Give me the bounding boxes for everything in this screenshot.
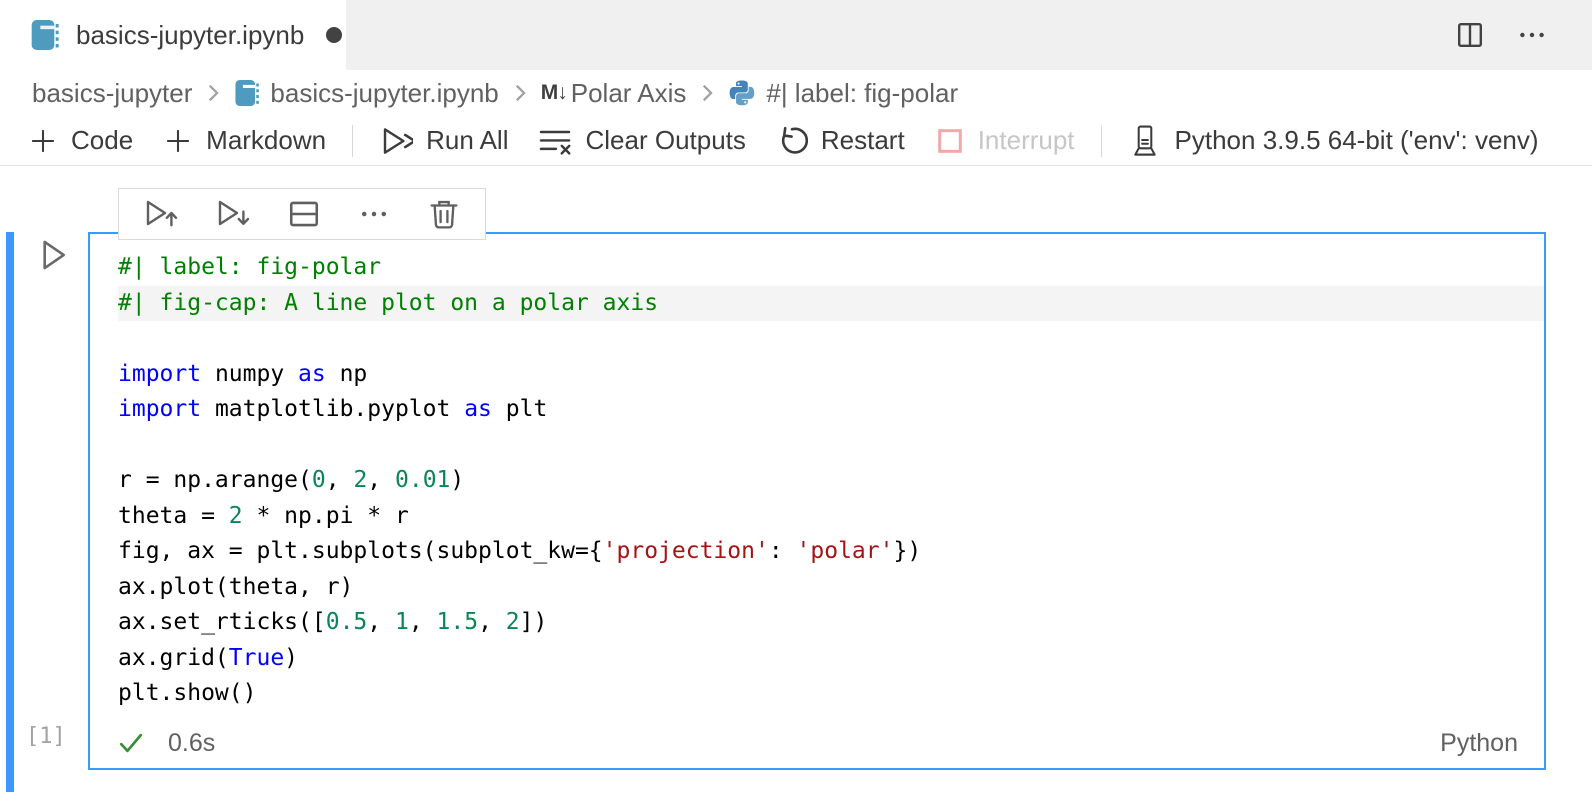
restart-icon (776, 125, 808, 157)
tab-basics-jupyter[interactable]: basics-jupyter.ipynb (0, 0, 346, 70)
run-all-label: Run All (426, 125, 508, 156)
notebook-toolbar: Code Markdown Run All Clear Outputs (0, 116, 1592, 166)
code-line[interactable] (118, 321, 1544, 357)
kernel-icon (1128, 123, 1162, 159)
cell-selection-bar (6, 232, 14, 792)
breadcrumb-item-folder[interactable]: basics-jupyter (32, 78, 192, 109)
add-markdown-cell-button[interactable]: Markdown (163, 125, 326, 156)
code-line[interactable]: fig, ax = plt.subplots(subplot_kw={'proj… (118, 534, 1544, 570)
code-line[interactable]: import numpy as np (118, 357, 1544, 393)
interrupt-icon (935, 126, 965, 156)
toolbar-divider (352, 125, 353, 157)
code-editor[interactable]: #| label: fig-polar#| fig-cap: A line pl… (118, 250, 1544, 712)
kernel-label: Python 3.9.5 64-bit ('env': venv) (1175, 125, 1539, 156)
breadcrumb-label: #| label: fig-polar (766, 78, 958, 109)
breadcrumb: basics-jupyter basics-jupyter.ipynb M↓ P… (0, 70, 1592, 116)
success-check-icon (116, 728, 146, 758)
breadcrumb-label: basics-jupyter.ipynb (270, 78, 498, 109)
breadcrumb-item-file[interactable]: basics-jupyter.ipynb (234, 78, 498, 109)
breadcrumb-item-cell[interactable]: #| label: fig-polar (728, 78, 958, 109)
run-all-button[interactable]: Run All (379, 125, 508, 157)
cell-language-picker[interactable]: Python (1440, 729, 1518, 758)
code-line[interactable] (118, 428, 1544, 464)
python-icon (728, 79, 756, 107)
chevron-right-icon (202, 80, 224, 106)
restart-kernel-button[interactable]: Restart (776, 125, 905, 157)
notebook-icon (30, 18, 60, 52)
cell-status-bar: 0.6s Python (90, 718, 1544, 768)
add-code-cell-button[interactable]: Code (28, 125, 133, 156)
plus-icon (163, 126, 193, 156)
kernel-picker-button[interactable]: Python 3.9.5 64-bit ('env': venv) (1128, 123, 1539, 159)
add-code-label: Code (71, 125, 133, 156)
clear-outputs-icon (538, 126, 572, 156)
tab-title: basics-jupyter.ipynb (76, 20, 304, 51)
split-cell-icon[interactable] (287, 197, 321, 231)
execution-count: [1] (26, 724, 66, 749)
run-all-icon (379, 125, 413, 157)
code-line[interactable]: ax.plot(theta, r) (118, 570, 1544, 606)
breadcrumb-item-section[interactable]: M↓ Polar Axis (541, 78, 687, 109)
interrupt-label: Interrupt (978, 125, 1075, 156)
clear-outputs-label: Clear Outputs (585, 125, 745, 156)
restart-label: Restart (821, 125, 905, 156)
notebook-icon (234, 78, 260, 108)
code-line[interactable]: ax.grid(True) (118, 641, 1544, 677)
notebook-editor: [1] (0, 166, 1592, 802)
modified-indicator[interactable] (326, 27, 342, 43)
vscode-window: { "tab": { "title": "basics-jupyter.ipyn… (0, 0, 1592, 802)
toolbar-divider (1101, 125, 1102, 157)
run-cell-button[interactable] (34, 236, 72, 274)
chevron-right-icon (696, 80, 718, 106)
code-line[interactable]: plt.show() (118, 676, 1544, 712)
code-line[interactable]: r = np.arange(0, 2, 0.01) (118, 463, 1544, 499)
breadcrumb-label: basics-jupyter (32, 78, 192, 109)
breadcrumb-label: Polar Axis (571, 78, 687, 109)
code-cell[interactable]: #| label: fig-polar#| fig-cap: A line pl… (88, 232, 1546, 770)
execution-time: 0.6s (168, 729, 215, 758)
tab-bar: basics-jupyter.ipynb (0, 0, 1592, 70)
more-cell-actions-icon[interactable] (357, 197, 391, 231)
clear-outputs-button[interactable]: Clear Outputs (538, 125, 745, 156)
split-editor-icon[interactable] (1454, 19, 1486, 51)
editor-actions (1454, 0, 1548, 70)
code-line[interactable]: theta = 2 * np.pi * r (118, 499, 1544, 535)
code-line[interactable]: #| label: fig-polar (118, 250, 1544, 286)
interrupt-kernel-button[interactable]: Interrupt (935, 125, 1075, 156)
cell-toolbar (118, 188, 486, 240)
code-line[interactable]: import matplotlib.pyplot as plt (118, 392, 1544, 428)
code-line[interactable]: #| fig-cap: A line plot on a polar axis (118, 286, 1544, 322)
run-above-icon[interactable] (143, 197, 179, 231)
plus-icon (28, 126, 58, 156)
chevron-right-icon (509, 80, 531, 106)
run-below-icon[interactable] (215, 197, 251, 231)
add-markdown-label: Markdown (206, 125, 326, 156)
markdown-icon: M↓ (541, 81, 567, 105)
code-line[interactable]: ax.set_rticks([0.5, 1, 1.5, 2]) (118, 605, 1544, 641)
delete-cell-icon[interactable] (427, 197, 461, 231)
more-actions-icon[interactable] (1516, 19, 1548, 51)
